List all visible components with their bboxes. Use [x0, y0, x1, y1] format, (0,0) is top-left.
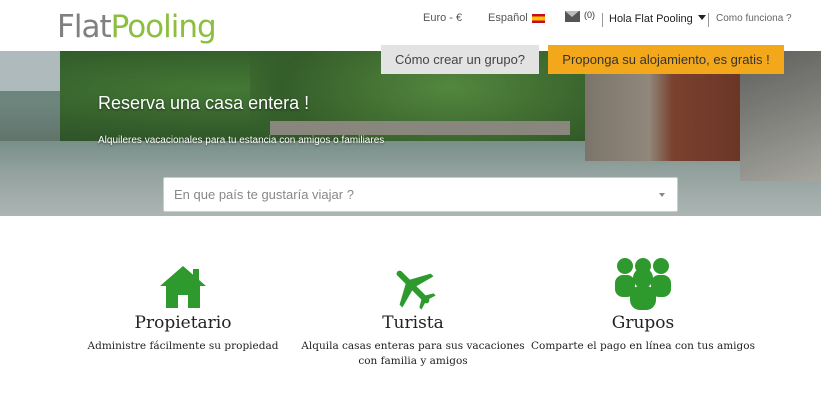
- divider: [708, 13, 709, 27]
- feature-title: Grupos: [611, 313, 675, 333]
- home-icon: [63, 260, 303, 310]
- feature-description: Administre fácilmente su propiedad: [87, 340, 279, 352]
- help-link[interactable]: Como funciona ?: [716, 13, 792, 24]
- divider: [602, 13, 603, 27]
- logo-part1: Flat: [57, 9, 112, 45]
- airplane-icon: [293, 260, 533, 310]
- hero-subtitle: Alquileres vacacionales para tu estancia…: [98, 135, 385, 146]
- logo-part2: Pooling: [110, 9, 217, 45]
- propose-accommodation-button[interactable]: Proponga su alojamiento, es gratis !: [548, 45, 784, 74]
- language-selector[interactable]: Español: [488, 12, 545, 24]
- feature-title: Propietario: [134, 313, 232, 333]
- how-to-create-group-button[interactable]: Cómo crear un grupo?: [381, 45, 539, 74]
- feature-groups: Grupos Comparte el pago en línea con tus…: [523, 258, 763, 354]
- feature-owner: Propietario Administre fácilmente su pro…: [63, 260, 303, 354]
- feature-tourist: Turista Alquila casas enteras para sus v…: [293, 260, 533, 369]
- hero-title: Reserva una casa entera !: [98, 93, 310, 113]
- caret-down-icon: [697, 15, 706, 20]
- spain-flag-icon: [531, 13, 545, 23]
- user-menu[interactable]: Hola Flat Pooling: [609, 13, 706, 25]
- destination-search-input[interactable]: [174, 187, 644, 202]
- header: FlatPooling Euro - € Español (0) Hola Fl…: [0, 0, 821, 51]
- user-greeting: Hola Flat Pooling: [609, 13, 693, 25]
- messages-link[interactable]: (0): [565, 9, 595, 22]
- language-label: Español: [488, 12, 528, 24]
- logo[interactable]: FlatPooling: [57, 9, 217, 45]
- chevron-down-icon[interactable]: [659, 193, 665, 197]
- envelope-icon: [565, 11, 580, 22]
- messages-count: (0): [584, 9, 595, 20]
- feature-description: Comparte el pago en línea con tus amigos: [531, 340, 755, 352]
- destination-search[interactable]: [163, 177, 678, 212]
- currency-selector[interactable]: Euro - €: [423, 12, 462, 24]
- group-icon: [523, 258, 763, 310]
- feature-title: Turista: [382, 313, 444, 333]
- feature-description: Alquila casas enteras para sus vacacione…: [301, 340, 525, 367]
